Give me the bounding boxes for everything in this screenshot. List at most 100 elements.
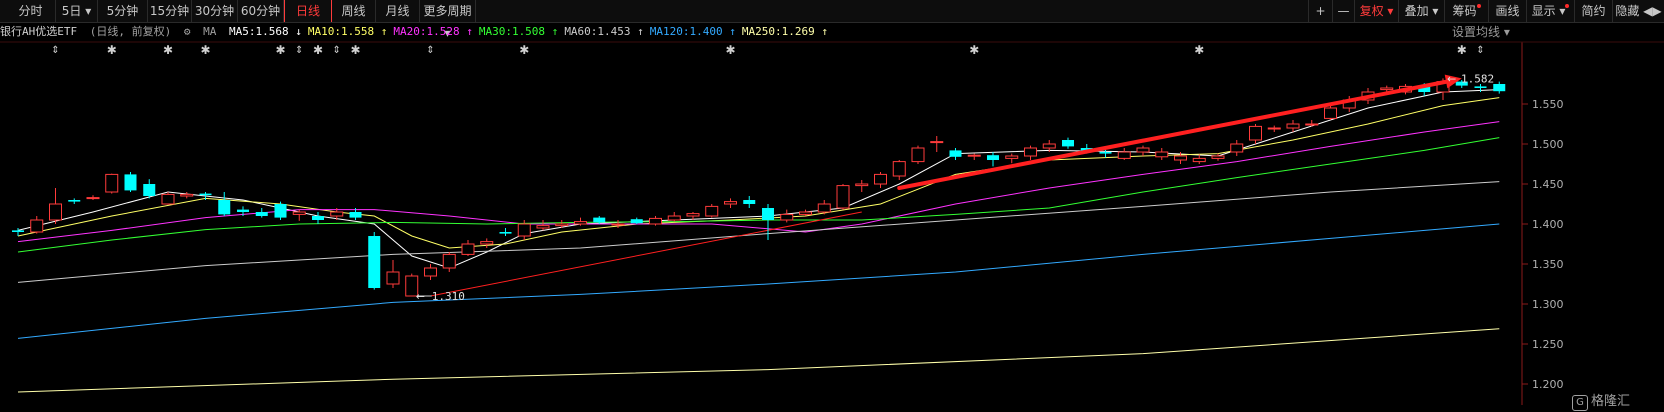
y-tick-label: 1.400 [1532, 218, 1564, 231]
candle-body [255, 212, 268, 216]
candle-body [499, 232, 512, 234]
candle-body [1324, 107, 1337, 119]
high-annotation-label: 1.582 [1461, 72, 1494, 85]
marker-star: ✱ [275, 43, 285, 57]
y-tick-label: 1.550 [1532, 98, 1564, 111]
high-annotation-arrow: ← [1447, 72, 1456, 85]
candle-body [1192, 157, 1206, 163]
ma-line-ma120 [17, 223, 1500, 339]
marker-star: ✱ [200, 43, 210, 57]
candle-body [649, 217, 662, 225]
ma-line-ma20 [17, 121, 1500, 243]
candle-body [68, 200, 81, 202]
y-tick-label: 1.450 [1532, 178, 1564, 191]
low-annotation-label: 1.310 [432, 290, 465, 303]
candle-body [349, 212, 362, 218]
candle-body [762, 208, 774, 220]
candle-body [874, 173, 887, 185]
candle-body [1267, 127, 1281, 130]
watermark-text: 格隆汇 [1591, 394, 1631, 409]
candle-body [686, 213, 700, 217]
trend-arrow-line [897, 77, 1458, 190]
marker-star: ✱ [1194, 43, 1204, 57]
candle-body [124, 174, 137, 191]
candle-body [987, 155, 999, 160]
y-tick-label: 1.200 [1532, 378, 1564, 391]
candle-body [1024, 147, 1037, 157]
marker-star: ✱ [163, 43, 173, 57]
candle-body [1305, 123, 1319, 126]
marker-star: ✱ [107, 43, 117, 57]
candle-body [1230, 143, 1244, 153]
candle-body [1474, 86, 1487, 88]
candle-body [1211, 155, 1225, 159]
candle-body [12, 230, 24, 232]
candle-body [480, 241, 494, 245]
candle-body [218, 200, 231, 215]
candle-body [143, 184, 156, 196]
candle-body [368, 236, 381, 288]
candle-body [312, 216, 324, 220]
candle-body [292, 211, 306, 215]
y-tick-label: 1.250 [1532, 338, 1564, 351]
candle-body [1117, 151, 1131, 159]
candle-body [667, 215, 681, 221]
candle-body [1174, 155, 1187, 161]
candle-body [1493, 84, 1506, 92]
candle-body [967, 154, 981, 157]
candlestick-chart[interactable]: 1.550 1.500 1.450 1.400 1.350 1.300 1.250 1.200… [0, 0, 1664, 412]
candle-body [799, 211, 812, 215]
y-tick-label: 1.500 [1532, 138, 1564, 151]
candle-body [1136, 147, 1150, 153]
marker-updown: ⇕ [1476, 45, 1484, 56]
candle-body [743, 200, 756, 204]
candle-body [836, 185, 850, 209]
candle-body [1062, 140, 1074, 147]
watermark: G 格隆汇 [1572, 390, 1630, 411]
candle-body [855, 183, 869, 187]
candle-body [1005, 155, 1019, 159]
y-tick-label: 1.300 [1532, 298, 1564, 311]
ma-line-ma10 [17, 97, 1500, 249]
marker-star: ✱ [519, 43, 529, 57]
trendline-thin [430, 211, 862, 297]
candle-body [237, 209, 249, 212]
candle-body [593, 217, 606, 223]
candle-body [330, 211, 344, 217]
candle-body [161, 193, 175, 205]
marker-updown: ⇕ [333, 45, 341, 56]
candle-body [461, 243, 475, 255]
marker-star: ✱ [725, 43, 735, 57]
candle-body [386, 271, 400, 285]
low-annotation-arrow: ← [416, 290, 425, 303]
marker-updown: ⇕ [295, 45, 303, 56]
candle-body [574, 221, 587, 225]
candle-body [930, 141, 944, 144]
candle-body [536, 225, 550, 229]
candle-body [274, 204, 287, 218]
candle-body [949, 150, 962, 157]
candle-body [1099, 152, 1112, 154]
candle-body [105, 173, 119, 193]
candle-body [1286, 123, 1300, 129]
candle-body [1042, 143, 1056, 149]
marker-star: ✱ [350, 43, 360, 57]
marker-star: ✱ [1457, 43, 1467, 57]
candle-body [1380, 87, 1394, 91]
ma-line-ma250 [17, 328, 1500, 393]
candle-body [1249, 125, 1262, 141]
candle-body [30, 219, 44, 233]
candle-body [705, 205, 719, 217]
candle-body [424, 267, 437, 277]
candle-body [724, 201, 737, 205]
marker-star: ✱ [313, 43, 323, 57]
candle-body [630, 219, 643, 224]
candle-body [892, 161, 906, 177]
candle-body [611, 223, 625, 226]
marker-star: ✱ [969, 43, 979, 57]
candle-body [442, 253, 456, 269]
watermark-logo-icon: G [1572, 395, 1588, 411]
candle-body [555, 223, 569, 227]
candle-body [817, 203, 831, 213]
candle-body [180, 193, 194, 197]
